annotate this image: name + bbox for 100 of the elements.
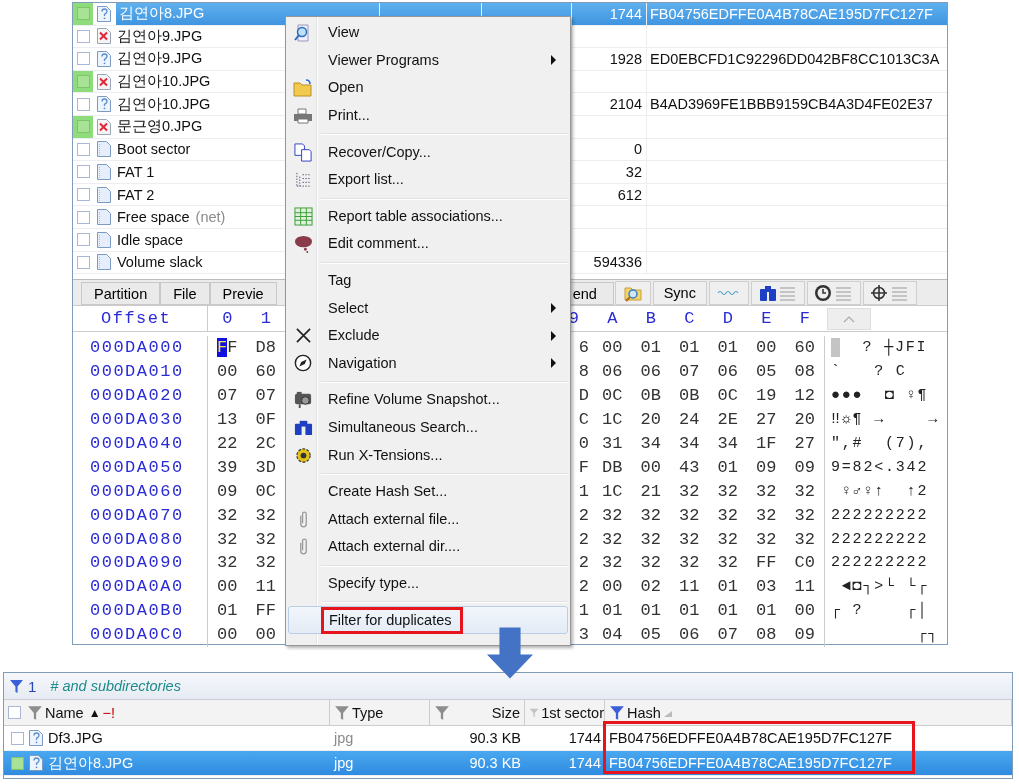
menu-item[interactable]: Specify type...	[288, 569, 568, 598]
hex-byte[interactable]: 24	[670, 410, 709, 430]
hex-byte[interactable]: 11	[246, 577, 285, 597]
hex-byte[interactable]: 32	[785, 505, 824, 525]
hex-byte[interactable]: 34	[631, 434, 670, 453]
hex-byte[interactable]: 08	[785, 362, 824, 382]
hex-byte[interactable]: 07	[208, 386, 247, 406]
checkbox[interactable]	[76, 52, 90, 66]
hex-byte[interactable]: 32	[208, 553, 247, 573]
column-header[interactable]: 1st sector	[525, 700, 605, 725]
hex-byte[interactable]: FF	[246, 601, 285, 621]
checkbox[interactable]	[76, 233, 90, 247]
hex-byte[interactable]: FF	[208, 338, 247, 358]
hex-byte[interactable]: 01	[708, 601, 747, 621]
hex-byte[interactable]: 07	[708, 625, 747, 645]
hex-byte[interactable]: 00	[246, 625, 285, 645]
search-list-button[interactable]	[750, 281, 805, 305]
hex-byte[interactable]: 60	[785, 338, 824, 358]
hex-byte[interactable]: 32	[785, 529, 824, 549]
hex-byte[interactable]: 01	[631, 338, 670, 358]
menu-item[interactable]: Attach external file...	[288, 505, 568, 534]
hex-byte[interactable]: 20	[785, 410, 824, 430]
hex-byte[interactable]: 06	[708, 362, 747, 382]
hex-byte[interactable]: 32	[593, 553, 632, 573]
hex-byte[interactable]: 32	[708, 481, 747, 501]
hex-byte[interactable]: 0C	[593, 386, 632, 406]
checkbox[interactable]	[76, 255, 90, 269]
menu-item[interactable]: Recover/Copy...	[288, 138, 568, 166]
hex-byte[interactable]: 2E	[708, 410, 747, 430]
menu-item[interactable]: Simultaneous Search...	[288, 413, 568, 442]
hex-byte[interactable]: 32	[708, 529, 747, 549]
view-tab[interactable]: end	[569, 282, 614, 305]
menu-item[interactable]: Exclude	[288, 321, 568, 350]
checkbox[interactable]	[76, 97, 90, 111]
hex-byte[interactable]: 01	[708, 338, 747, 358]
hex-byte[interactable]: D8	[246, 338, 285, 358]
column-header[interactable]: Hash	[605, 700, 1012, 725]
hex-byte[interactable]: 60	[246, 362, 285, 382]
checkbox[interactable]	[76, 120, 90, 134]
hex-byte[interactable]: 32	[747, 529, 786, 549]
hex-byte[interactable]: 02	[631, 577, 670, 597]
history-list-button[interactable]	[806, 281, 861, 305]
view-tab[interactable]: Partition	[81, 282, 161, 305]
checkbox[interactable]	[11, 756, 24, 770]
menu-item[interactable]: Select	[288, 294, 568, 322]
hex-byte[interactable]: 01	[593, 601, 632, 621]
hex-byte[interactable]: 00	[208, 577, 247, 597]
view-tab[interactable]: File	[160, 282, 210, 305]
hex-byte[interactable]: 03	[747, 577, 786, 597]
hex-byte[interactable]: 01	[747, 601, 786, 621]
checkbox[interactable]	[11, 731, 24, 745]
hex-byte[interactable]: 00	[208, 362, 247, 382]
hex-byte[interactable]: 00	[747, 338, 786, 358]
hex-byte[interactable]: 06	[670, 625, 709, 645]
hex-byte[interactable]: 32	[747, 481, 786, 501]
hex-byte[interactable]: 09	[747, 457, 786, 477]
hex-byte[interactable]: 05	[631, 625, 670, 645]
hex-byte[interactable]: 01	[670, 601, 709, 621]
hex-byte[interactable]: DB	[593, 457, 632, 477]
hex-byte[interactable]: 09	[785, 457, 824, 477]
hex-byte[interactable]: 39	[208, 457, 247, 477]
hex-byte[interactable]: 32	[246, 529, 285, 549]
hex-byte[interactable]: 3D	[246, 457, 285, 477]
hex-byte[interactable]: 19	[747, 386, 786, 406]
hex-byte[interactable]: 00	[785, 601, 824, 621]
checkbox[interactable]	[76, 210, 90, 224]
hex-byte[interactable]: 1F	[747, 434, 786, 453]
sync-button[interactable]: Sync	[652, 281, 707, 305]
hex-byte[interactable]: 0F	[246, 410, 285, 430]
hex-byte[interactable]: 20	[631, 410, 670, 430]
hex-byte[interactable]: 43	[670, 457, 709, 477]
hex-byte[interactable]: 08	[747, 625, 786, 645]
hex-byte[interactable]: 32	[670, 481, 709, 501]
hex-byte[interactable]: 12	[785, 386, 824, 406]
hex-byte[interactable]: 32	[631, 505, 670, 525]
hex-byte[interactable]: 2C	[246, 434, 285, 453]
checkbox[interactable]	[76, 165, 90, 179]
hex-byte[interactable]: FF	[747, 553, 786, 573]
hex-byte[interactable]: 32	[670, 553, 709, 573]
hex-byte[interactable]: 22	[208, 434, 247, 453]
hex-byte[interactable]: 0C	[708, 386, 747, 406]
hex-byte[interactable]: 00	[593, 338, 632, 358]
hex-byte[interactable]: 27	[785, 434, 824, 453]
hex-byte[interactable]: 01	[631, 601, 670, 621]
wave-button[interactable]	[708, 281, 749, 305]
hex-byte[interactable]: 0C	[246, 481, 285, 501]
checkbox[interactable]	[76, 142, 90, 156]
hex-byte[interactable]: 07	[670, 362, 709, 382]
hex-byte[interactable]: 09	[785, 625, 824, 645]
hex-byte[interactable]: 32	[670, 505, 709, 525]
hex-byte[interactable]: 32	[246, 505, 285, 525]
hex-byte[interactable]: 32	[747, 505, 786, 525]
hex-byte[interactable]: 07	[246, 386, 285, 406]
hex-byte[interactable]: 01	[208, 601, 247, 621]
column-header[interactable]: Name ▲−!	[4, 700, 330, 725]
hex-byte[interactable]: 05	[747, 362, 786, 382]
hex-byte[interactable]: 32	[631, 529, 670, 549]
hex-byte[interactable]: 32	[246, 553, 285, 573]
explore-button[interactable]	[614, 281, 651, 305]
hex-byte[interactable]: 32	[593, 505, 632, 525]
